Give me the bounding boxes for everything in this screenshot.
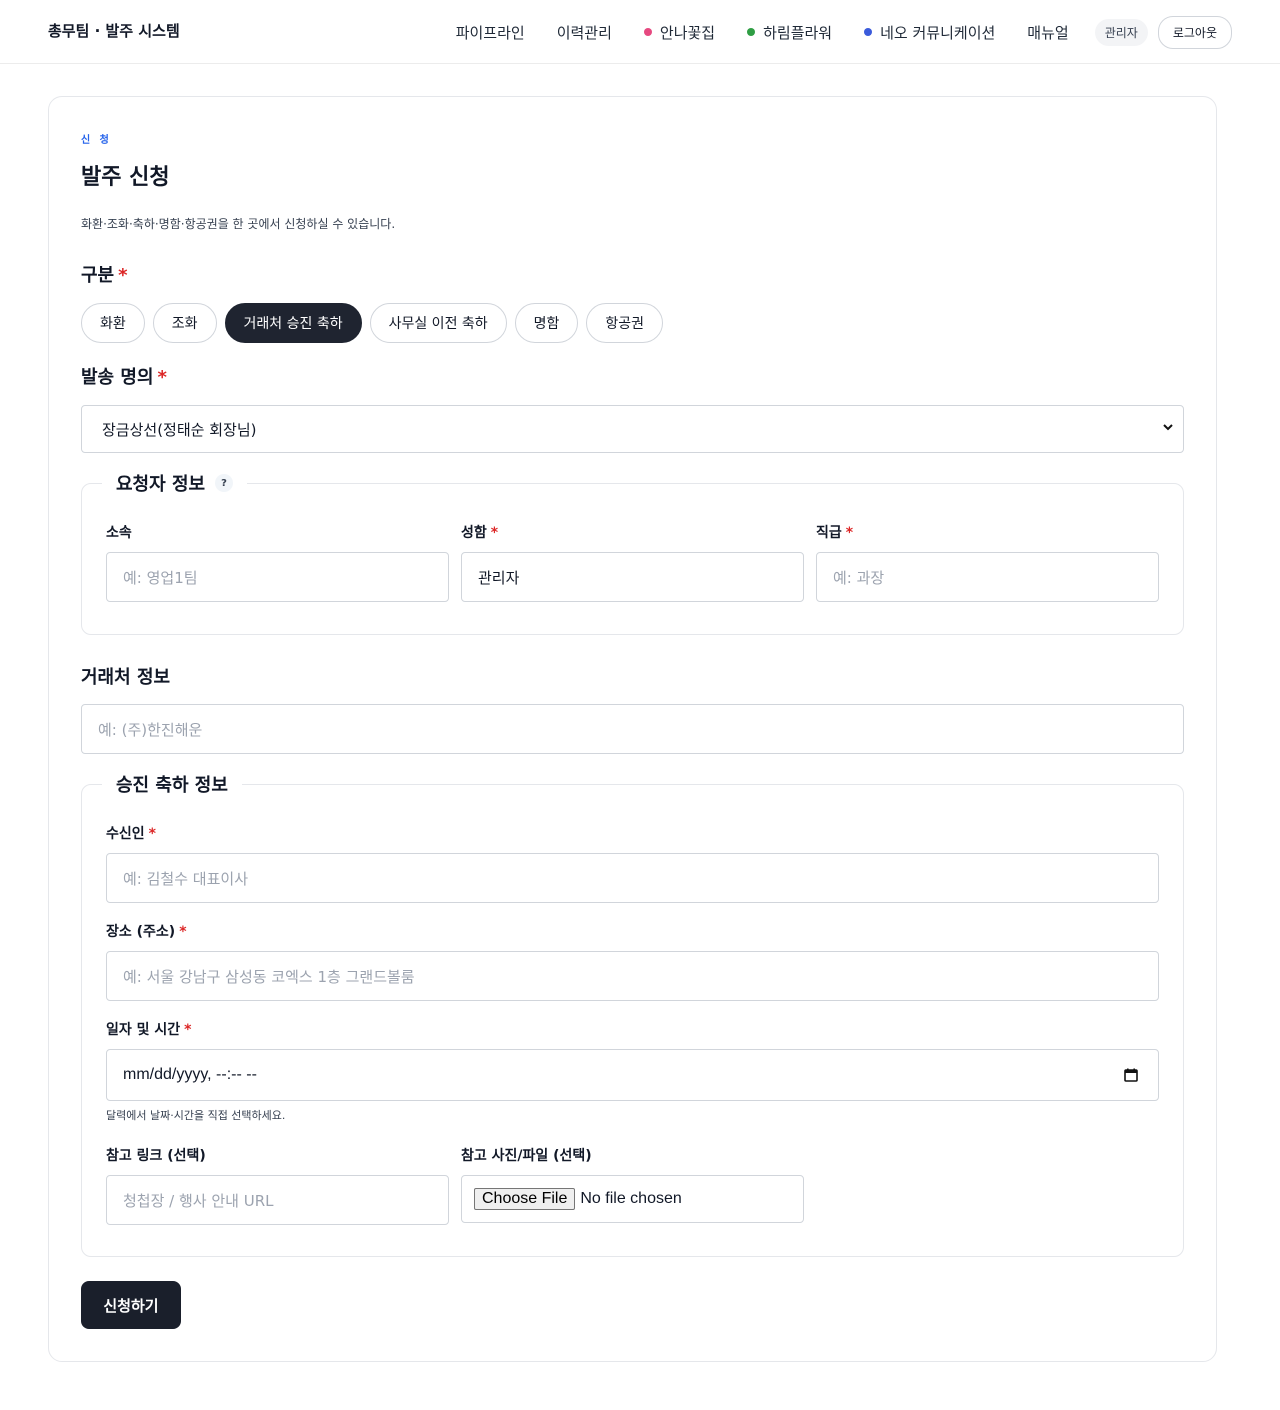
position-input[interactable]: 예: 과장 [816,552,1159,602]
nav-history-label: 이력관리 [556,23,612,42]
file-input[interactable]: Choose File No file chosen [461,1175,804,1223]
order-request-card: 신 청 발주 신청 화환·조화·축하·명함·항공권을 한 곳에서 신청하실 수 … [48,96,1217,1362]
required-mark: * [179,924,187,940]
name-label: 성함 * [461,522,498,542]
recipient-input[interactable]: 예: 김철수 대표이사 [106,853,1159,903]
category-chip-office-move[interactable]: 사무실 이전 축하 [369,303,507,343]
nav-vendor-neo-label: 네오 커뮤니케이션 [880,23,996,42]
main-nav: 파이프라인 이력관리 안나꽃집 하림플라워 네오 커뮤니케이션 매뉴얼 관리자 … [456,15,1232,49]
recipient-placeholder: 예: 김철수 대표이사 [123,869,248,888]
required-mark: * [148,826,156,842]
category-chip-promotion[interactable]: 거래처 승진 축하 [224,303,362,343]
required-mark: * [184,1022,192,1038]
nav-vendor-neo[interactable]: 네오 커뮤니케이션 [864,22,995,43]
help-icon[interactable]: ? [215,474,234,492]
required-mark: * [118,265,128,286]
place-label-text: 장소 (주소) [106,924,176,940]
sender-select-value: 장금상선(정태순 회장님) [102,420,257,439]
promotion-legend-text: 승진 축하 정보 [116,775,228,796]
promotion-fieldset: 승진 축하 정보 수신인 * 예: 김철수 대표이사 장소 (주소) * 예: 서울… [81,771,1184,1257]
dept-input[interactable]: 예: 영업1팀 [106,552,449,602]
category-chip-wreath[interactable]: 화환 [81,303,145,343]
page-eyebrow: 신 청 [81,135,112,146]
brand-title[interactable]: 총무팀 · 발주 시스템 [48,20,180,41]
datetime-hint: 달력에서 날짜·시간을 직접 선택하세요. [106,1109,286,1122]
position-placeholder: 예: 과장 [833,568,885,587]
file-label: 참고 사진/파일 (선택) [461,1145,592,1165]
nav-vendor-harim[interactable]: 하림플라워 [747,22,832,43]
link-label-text: 참고 링크 (선택) [106,1148,206,1164]
promotion-legend: 승진 축하 정보 [102,771,242,797]
link-label: 참고 링크 (선택) [106,1145,206,1165]
nav-pipeline[interactable]: 파이프라인 [456,22,525,43]
nav-vendor-harim-label: 하림플라워 [763,23,833,42]
top-navigation-bar: 총무팀 · 발주 시스템 파이프라인 이력관리 안나꽃집 하림플라워 네오 커뮤… [0,0,1280,64]
file-status: No file chosen [580,1190,682,1207]
link-placeholder: 청첩장 / 행사 안내 URL [123,1191,274,1210]
client-input[interactable]: 예: (주)한진해운 [81,704,1184,754]
calendar-icon[interactable] [1124,1068,1138,1082]
name-label-text: 성함 [461,525,487,541]
nav-vendor-anna[interactable]: 안나꽃집 [643,22,716,43]
choose-file-button[interactable]: Choose File [474,1188,576,1210]
nav-pipeline-label: 파이프라인 [455,23,525,42]
datetime-input[interactable]: mm/dd/yyyy, --:-- -- [106,1049,1159,1101]
category-chip-condolence[interactable]: 조화 [152,303,217,343]
nav-vendor-anna-label: 안나꽃집 [659,23,716,42]
position-label: 직급 * [816,522,853,542]
category-chip-air-ticket[interactable]: 항공권 [586,303,664,343]
vendor-dot-icon [747,28,756,36]
requester-legend: 요청자 정보 ? [102,470,248,496]
vendor-dot-icon [864,28,873,36]
nav-manual[interactable]: 매뉴얼 [1027,22,1068,43]
required-mark: * [157,367,167,388]
sender-label-text: 발송 명의 [81,367,154,388]
place-input[interactable]: 예: 서울 강남구 삼성동 코엑스 1층 그랜드볼룸 [106,951,1159,1001]
role-badge: 관리자 [1094,18,1148,46]
dept-label-text: 소속 [106,525,132,541]
place-label: 장소 (주소) * [106,921,187,941]
sender-select[interactable]: 장금상선(정태순 회장님) [81,405,1184,453]
datetime-label: 일자 및 시간 * [106,1019,191,1039]
logout-button[interactable]: 로그아웃 [1157,15,1232,49]
recipient-label: 수신인 * [106,823,156,843]
category-chip-group: 화환 조화 거래처 승진 축하 사무실 이전 축하 명함 항공권 [81,303,664,343]
link-input[interactable]: 청첩장 / 행사 안내 URL [106,1175,449,1225]
submit-button[interactable]: 신청하기 [81,1281,181,1329]
nav-manual-label: 매뉴얼 [1027,23,1069,42]
datetime-value: mm/dd/yyyy, --:-- -- [123,1066,257,1083]
required-mark: * [845,525,854,541]
category-label-text: 구분 [81,265,115,286]
requester-fieldset: 요청자 정보 ? 소속 예: 영업1팀 성함 * 관리자 직급 * 예: 과장 [81,470,1184,635]
place-placeholder: 예: 서울 강남구 삼성동 코엑스 1층 그랜드볼룸 [123,967,415,986]
name-input[interactable]: 관리자 [461,552,804,602]
vendor-dot-icon [643,28,652,36]
client-placeholder: 예: (주)한진해운 [98,720,203,739]
category-label: 구분 * [81,261,128,287]
required-mark: * [490,525,499,541]
dept-label: 소속 [106,522,132,542]
nav-history[interactable]: 이력관리 [557,22,612,43]
dept-placeholder: 예: 영업1팀 [123,568,198,587]
client-label: 거래처 정보 [81,667,171,688]
datetime-label-text: 일자 및 시간 [106,1022,181,1038]
page-title: 발주 신청 [81,165,170,190]
category-chip-business-card[interactable]: 명함 [514,303,579,343]
name-value: 관리자 [478,568,520,587]
sender-label: 발송 명의 * [81,363,167,389]
requester-legend-text: 요청자 정보 [116,474,206,495]
position-label-text: 직급 [816,525,842,541]
user-area: 관리자 로그아웃 [1094,15,1232,49]
file-label-text: 참고 사진/파일 (선택) [461,1148,592,1164]
chevron-down-icon [1163,424,1173,431]
recipient-label-text: 수신인 [106,826,145,842]
page-description: 화환·조화·축하·명함·항공권을 한 곳에서 신청하실 수 있습니다. [81,217,396,231]
